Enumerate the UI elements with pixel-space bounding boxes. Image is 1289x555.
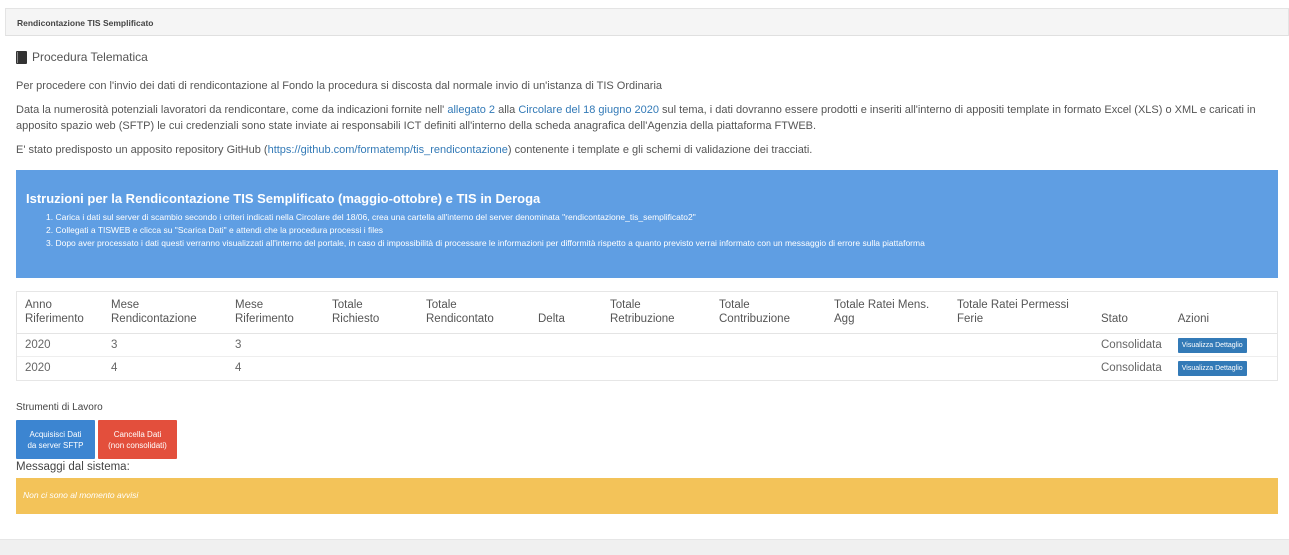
cell-azioni: Visualizza Dettaglio xyxy=(1170,334,1277,357)
acquire-label-1: Acquisisci Dati xyxy=(29,429,82,439)
col-mese-riferimento: Mese Riferimento xyxy=(227,292,324,334)
cell-anno: 2020 xyxy=(17,356,103,380)
instruction-item: 3. Dopo aver processato i dati questi ve… xyxy=(46,238,925,248)
github-link[interactable]: https://github.com/formatemp/tis_rendico… xyxy=(268,144,508,156)
intro-p2-text-a: Data la numerosità potenziali lavoratori… xyxy=(16,104,448,116)
cell-stato: Consolidata xyxy=(1101,339,1162,351)
table-header-row: Anno Riferimento Mese Rendicontazione Mese… xyxy=(17,292,1277,334)
cell-totale-contribuzione xyxy=(711,334,826,357)
instructions-title: Istruzioni per la Rendicontazione TIS Se… xyxy=(26,191,541,206)
rendicontazione-table-wrapper: Anno Riferimento Mese Rendicontazione Mese… xyxy=(16,291,1278,381)
delete-data-button[interactable]: Cancella Dati (non consolidati) xyxy=(98,419,177,459)
page-footer xyxy=(0,539,1289,555)
acquire-sftp-button[interactable]: Acquisisci Dati da server SFTP xyxy=(16,419,95,459)
cell-delta xyxy=(530,334,602,357)
table-row: 2020 3 3 Consolidata Visualizza Dettagli… xyxy=(17,334,1277,357)
col-delta: Delta xyxy=(530,292,602,334)
col-ratei-permessi-ferie: Totale Ratei Permessi Ferie xyxy=(949,292,1093,334)
instructions-list: 1. Carica i dati sul server di scambio s… xyxy=(26,211,1278,250)
book-icon xyxy=(16,50,27,64)
col-anno-riferimento: Anno Riferimento xyxy=(17,292,103,334)
cell-totale-richiesto xyxy=(324,334,418,357)
col-ratei-mens-agg: Totale Ratei Mens. Agg xyxy=(826,292,949,334)
procedure-heading: Procedura Telematica xyxy=(16,50,1278,64)
instruction-item: 1. Carica i dati sul server di scambio s… xyxy=(46,212,696,222)
tools-buttons: Acquisisci Dati da server SFTP Cancella … xyxy=(16,419,1278,459)
system-message-text: Non ci sono al momento avvisi xyxy=(23,489,139,500)
cell-mese-riferimento: 4 xyxy=(227,356,324,380)
col-totale-retribuzione: Totale Retribuzione xyxy=(602,292,711,334)
system-messages-box: Non ci sono al momento avvisi xyxy=(16,477,1278,514)
panel-title: Rendicontazione TIS Semplificato xyxy=(5,8,1289,36)
cell-ratei-mens xyxy=(826,334,949,357)
intro-paragraph-2: Data la numerosità potenziali lavoratori… xyxy=(16,102,1278,134)
delete-label-1: Cancella Dati xyxy=(113,429,162,439)
cell-totale-rendicontato xyxy=(418,356,530,380)
acquire-label-2: da server SFTP xyxy=(27,440,84,450)
cell-ratei-permessi xyxy=(949,356,1093,380)
circolare-link[interactable]: Circolare del 18 giugno 2020 xyxy=(518,104,659,116)
col-totale-contribuzione: Totale Contribuzione xyxy=(711,292,826,334)
visualizza-dettaglio-button[interactable]: Visualizza Dettaglio xyxy=(1177,337,1247,353)
procedure-title: Procedura Telematica xyxy=(32,50,148,64)
cell-stato: Consolidata xyxy=(1093,356,1170,380)
rendicontazione-table: Anno Riferimento Mese Rendicontazione Mese… xyxy=(17,292,1277,380)
cell-totale-retribuzione xyxy=(602,334,711,357)
col-totale-rendicontato: Totale Rendicontato xyxy=(418,292,530,334)
cell-mese-rendicontazione: 4 xyxy=(103,356,227,380)
col-mese-rendicontazione: Mese Rendicontazione xyxy=(103,292,227,334)
intro-paragraph-3: E' stato predisposto un apposito reposit… xyxy=(16,142,1278,158)
visualizza-dettaglio-button[interactable]: Visualizza Dettaglio xyxy=(1177,360,1247,376)
panel-body: Procedura Telematica Per procedere con l… xyxy=(5,50,1289,514)
cell-mese-riferimento: 3 xyxy=(235,339,242,351)
cell-ratei-mens xyxy=(826,356,949,380)
col-stato: Stato xyxy=(1093,292,1170,334)
instructions-box: Istruzioni per la Rendicontazione TIS Se… xyxy=(16,170,1278,278)
main-panel: Rendicontazione TIS Semplificato Procedu… xyxy=(5,8,1289,555)
table-row: 2020 4 4 Consolidata Visualizza Dettagli… xyxy=(17,356,1277,380)
cell-totale-retribuzione xyxy=(602,356,711,380)
cell-anno: 2020 xyxy=(25,339,51,351)
tools-label: Strumenti di Lavoro xyxy=(16,401,103,413)
cell-mese-rendicontazione: 3 xyxy=(111,339,118,351)
delete-label-2: (non consolidati) xyxy=(108,440,167,450)
intro-p3-text-a: E' stato predisposto un apposito reposit… xyxy=(16,144,268,156)
cell-totale-richiesto xyxy=(324,356,418,380)
cell-totale-rendicontato xyxy=(418,334,530,357)
allegato-2-link[interactable]: allegato 2 xyxy=(447,104,495,116)
intro-p2-text-b: alla xyxy=(495,104,519,116)
cell-azioni: Visualizza Dettaglio xyxy=(1169,356,1277,380)
instruction-item: 2. Collegati a TISWEB e clicca su "Scari… xyxy=(46,225,384,235)
col-azioni: Azioni xyxy=(1169,292,1277,334)
intro-p3-text-b: ) contenente i template e gli schemi di … xyxy=(507,144,813,156)
cell-totale-contribuzione xyxy=(711,356,826,380)
col-totale-richiesto: Totale Richiesto xyxy=(324,292,418,334)
cell-ratei-permessi xyxy=(949,334,1093,357)
intro-paragraph-1: Per procedere con l'invio dei dati di re… xyxy=(16,80,663,92)
system-messages-label: Messaggi dal sistema: xyxy=(16,460,130,473)
cell-delta xyxy=(530,356,602,380)
